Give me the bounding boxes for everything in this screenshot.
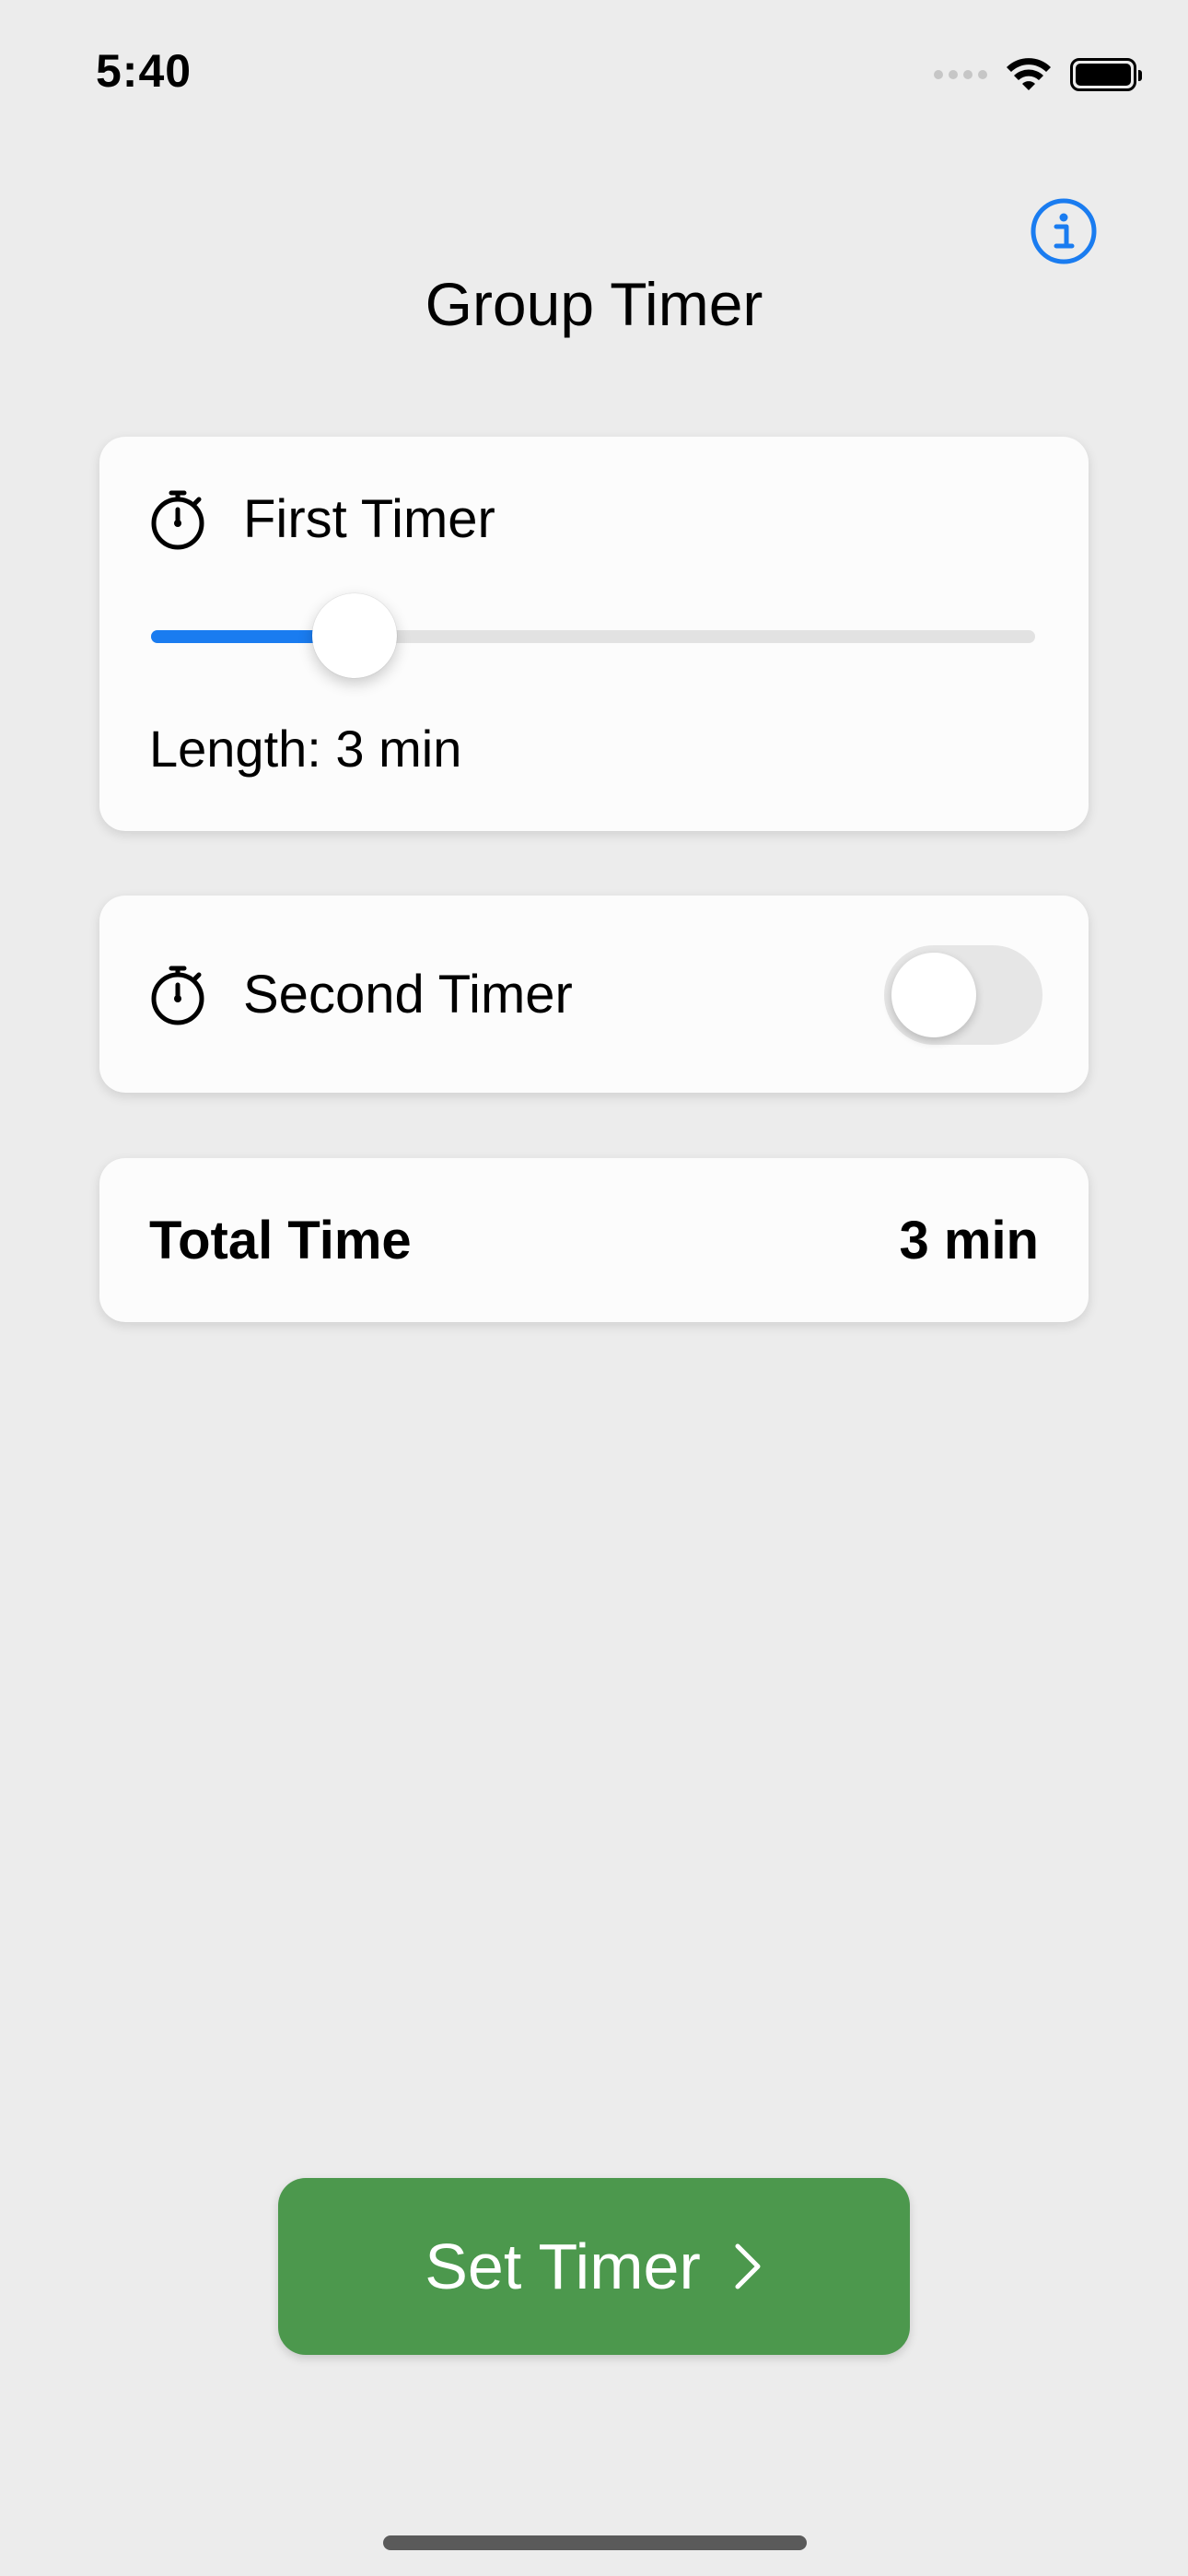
page-title: Group Timer — [425, 270, 763, 338]
second-timer-header: Second Timer — [149, 964, 573, 1025]
length-label: Length: 3 min — [149, 720, 462, 778]
set-timer-label: Set Timer — [425, 2231, 701, 2302]
wifi-icon — [1007, 58, 1051, 90]
info-circle-icon — [1031, 198, 1097, 264]
status-icons — [934, 53, 1142, 96]
total-time-card: Total Time 3 min — [99, 1158, 1089, 1322]
total-time-value: 3 min — [899, 1211, 1040, 1270]
total-time-label: Total Time — [149, 1211, 412, 1270]
stopwatch-icon — [151, 490, 204, 549]
first-timer-card: First Timer Length: 3 min — [99, 437, 1089, 831]
battery-icon — [1070, 58, 1142, 91]
toggle-knob — [891, 953, 976, 1037]
home-indicator — [383, 2535, 807, 2550]
second-timer-toggle[interactable] — [884, 945, 1042, 1045]
status-time: 5:40 — [96, 45, 192, 97]
info-button[interactable] — [1030, 197, 1098, 265]
second-timer-card: Second Timer — [99, 896, 1089, 1093]
set-timer-button[interactable]: Set Timer — [278, 2178, 910, 2355]
cellular-signal-icon — [934, 70, 987, 79]
stopwatch-icon — [151, 966, 204, 1025]
first-timer-header: First Timer — [149, 488, 495, 550]
second-timer-title: Second Timer — [243, 965, 573, 1025]
chevron-right-icon — [735, 2243, 761, 2289]
length-slider-thumb[interactable] — [311, 593, 397, 678]
first-timer-title: First Timer — [243, 489, 495, 549]
